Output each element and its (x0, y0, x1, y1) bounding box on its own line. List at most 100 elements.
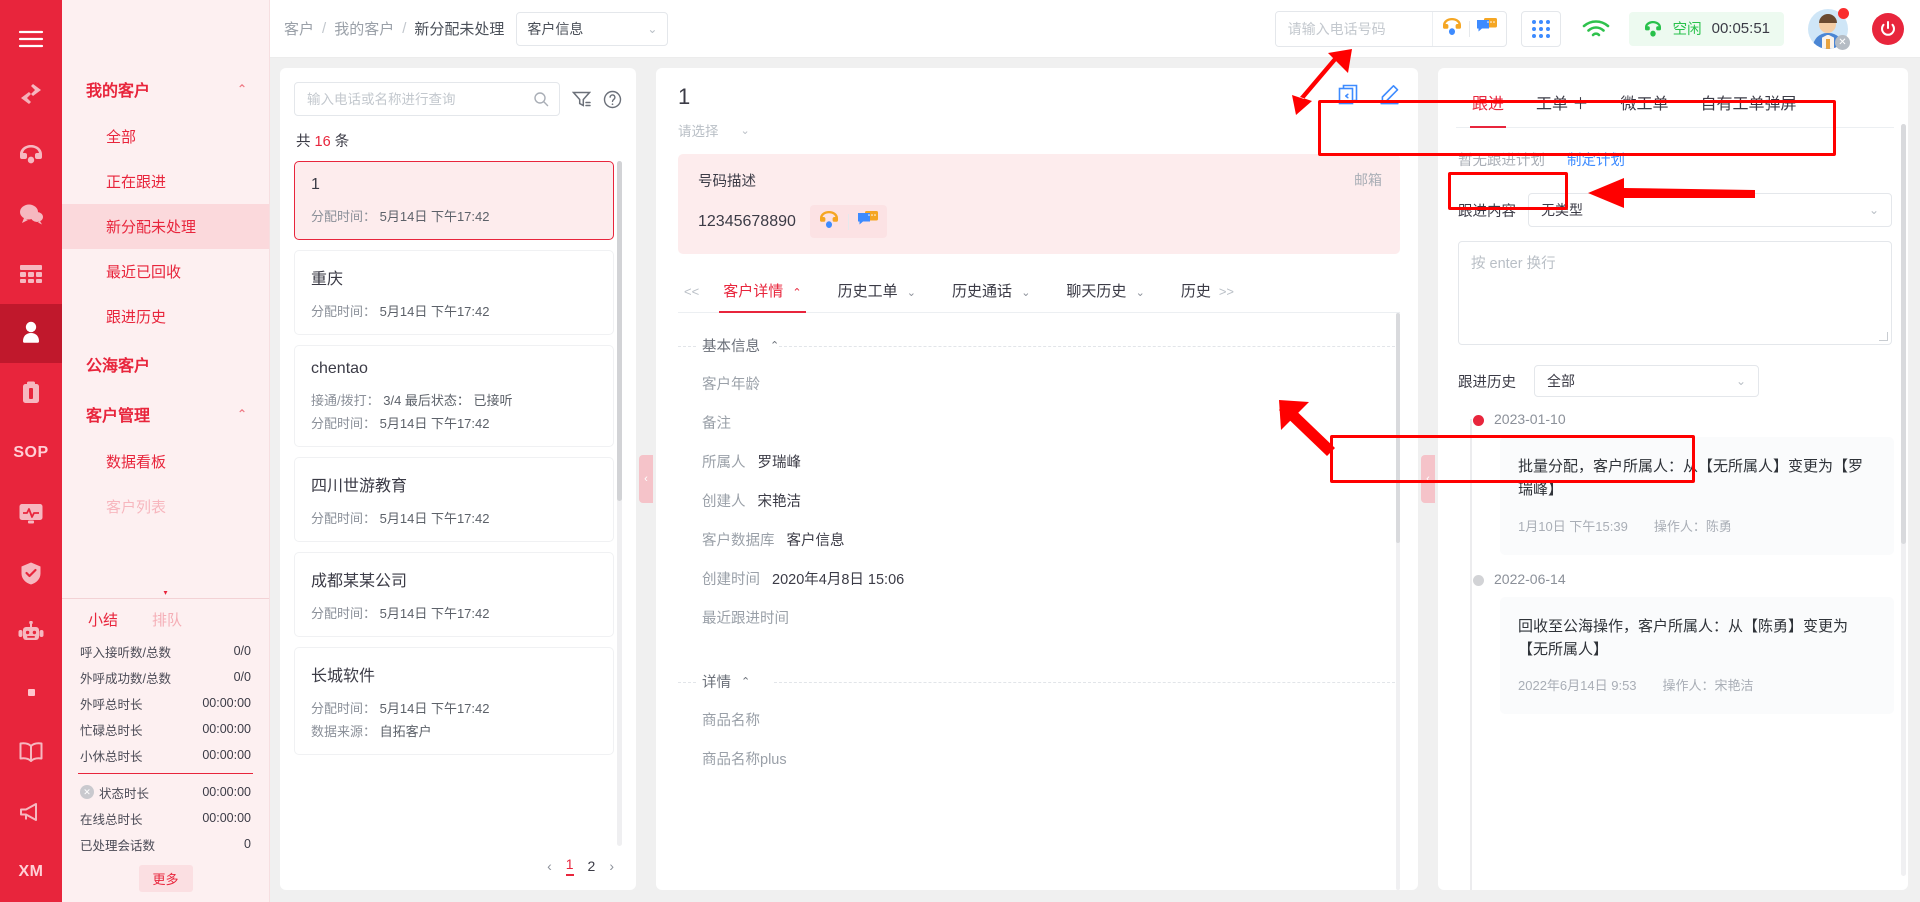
tab-follow-up[interactable]: 跟进 (1456, 76, 1520, 128)
section-header-details[interactable]: 详情 ⌃ (678, 663, 1400, 700)
resize-grip-icon[interactable] (1879, 332, 1888, 341)
tab-own-work-order-popup[interactable]: 自有工单弹屏 (1684, 76, 1812, 127)
phone-dial-box (1274, 10, 1507, 47)
customer-meta: 接通/拨打： 3/4 最后状态： 已接听 (311, 390, 599, 409)
number-description-label: 号码描述 (698, 174, 756, 190)
breadcrumb-item-0[interactable]: 客户 (284, 18, 314, 39)
pagination-page-2[interactable]: 2 (588, 858, 596, 874)
copy-icon[interactable] (1338, 84, 1359, 110)
grid-icon[interactable] (0, 244, 62, 304)
search-box[interactable] (294, 82, 560, 116)
chevron-up-icon: ⌃ (741, 675, 751, 688)
tab-customer-detail[interactable]: 客户详情 ⌃ (705, 270, 819, 313)
dot-icon[interactable] (0, 663, 62, 723)
phone-number-input[interactable] (1275, 11, 1432, 46)
telephone-icon[interactable] (0, 124, 62, 184)
message-icon[interactable] (857, 209, 879, 234)
search-input[interactable] (307, 91, 533, 107)
customer-list-scroll[interactable]: 1 分配时间： 5月14日 下午17:42 重庆 分配时间： 5月14日 下午1… (294, 161, 622, 846)
field-row: 商品名称 (678, 700, 1400, 739)
sidebar-item-follow-history[interactable]: 跟进历史 (62, 294, 269, 339)
customer-meta: 分配时间： 5月14日 下午17:42 (311, 698, 599, 717)
filter-icon[interactable] (572, 90, 591, 108)
list-scrollbar[interactable] (617, 161, 622, 846)
monitor-pulse-icon[interactable] (0, 483, 62, 543)
stats-tab-summary[interactable]: 小结 (88, 609, 118, 630)
sidebar-item-all[interactable]: 全部 (62, 114, 269, 159)
list-item[interactable]: 四川世游教育 分配时间： 5月14日 下午17:42 (294, 457, 614, 542)
detail-scrollbar[interactable] (1396, 313, 1400, 890)
tab-work-order[interactable]: 工单 ＋ (1520, 76, 1604, 127)
sidebar-item-new-unprocessed[interactable]: 新分配未处理 (62, 204, 269, 249)
book-icon[interactable] (0, 722, 62, 782)
help-icon[interactable] (603, 90, 622, 109)
tab-history-tickets[interactable]: 历史工单 ⌄ (820, 270, 934, 312)
stats-tab-queue[interactable]: 排队 (152, 609, 182, 630)
pagination-next[interactable]: › (609, 858, 614, 874)
follow-type-select[interactable]: 无类型 ⌄ (1528, 193, 1892, 227)
list-item[interactable]: chentao 接通/拨打： 3/4 最后状态： 已接听 分配时间： 5月14日… (294, 345, 614, 447)
avatar-offline-icon[interactable]: ✕ (1835, 34, 1850, 50)
customer-meta: 分配时间： 5月14日 下午17:42 (311, 603, 599, 622)
sidebar-group-public-pool[interactable]: 公海客户 (62, 339, 269, 389)
collapse-right-handle[interactable]: ‹ (1421, 455, 1435, 503)
breadcrumb-item-1[interactable]: 我的客户 (334, 18, 394, 39)
sidebar-item-following[interactable]: 正在跟进 (62, 159, 269, 204)
stats-more-button[interactable]: 更多 (138, 865, 193, 892)
meta-label: 分配时间： (311, 606, 377, 621)
shield-check-icon[interactable] (0, 543, 62, 603)
sidebar-item-data-board[interactable]: 数据看板 (62, 439, 269, 484)
list-item[interactable]: 重庆 分配时间： 5月14日 下午17:42 (294, 250, 614, 335)
close-icon[interactable]: ✕ (80, 785, 94, 799)
sidebar-group-customer-management[interactable]: 客户管理 ⌃ (62, 389, 269, 439)
tab-history-calls[interactable]: 历史通话 ⌄ (934, 270, 1048, 312)
chat-bubble-icon[interactable] (0, 184, 62, 244)
sidebar-item-partially-hidden[interactable]: 客户列表 (62, 484, 269, 529)
pagination-prev[interactable]: ‹ (547, 858, 552, 874)
tab-chat-history[interactable]: 聊天历史 ⌄ (1048, 270, 1162, 312)
follow-scrollbar[interactable] (1901, 124, 1906, 876)
avatar[interactable]: ✕ (1808, 7, 1850, 50)
section-header-basic-info[interactable]: 基本信息 ⌃ (678, 327, 1400, 364)
follow-history-filter-select[interactable]: 全部 ⌄ (1534, 365, 1759, 397)
dialpad-button[interactable] (1520, 10, 1561, 47)
divider (847, 213, 849, 230)
sop-icon[interactable]: SOP (0, 423, 62, 483)
list-item[interactable]: 1 分配时间： 5月14日 下午17:42 (294, 161, 614, 240)
detail-scroll[interactable]: 基本信息 ⌃ 客户年龄 备注 所属人 罗瑞峰 创建人 宋艳洁 客户数据库 客户信… (678, 313, 1400, 890)
pagination-page-1[interactable]: 1 (565, 856, 574, 876)
detail-select[interactable]: 请选择 ⌄ (678, 120, 1400, 140)
person-icon[interactable] (0, 303, 62, 364)
make-plan-button[interactable]: 制定计划 (1557, 144, 1635, 175)
meta-value: 5月14日 下午17:42 (379, 416, 490, 431)
list-scrollbar-thumb[interactable] (617, 161, 622, 501)
customer-meta: 分配时间： 5月14日 下午17:42 (311, 301, 599, 320)
xm-icon[interactable]: XM (0, 842, 62, 902)
agent-status-pill[interactable]: 空闲 00:05:51 (1628, 11, 1784, 46)
follow-content-textarea[interactable]: 按 enter 换行 (1458, 241, 1892, 345)
stat-label: 外呼总时长 (80, 697, 143, 712)
database-select[interactable]: 客户信息 ⌄ (516, 11, 669, 46)
plan-row: 暂无跟进计划 制定计划 (1456, 128, 1894, 187)
tabs-next-arrow[interactable]: >> (1213, 284, 1240, 299)
search-icon[interactable] (533, 91, 549, 107)
page-title: 1 (678, 84, 691, 109)
megaphone-icon[interactable] (0, 782, 62, 842)
robot-icon[interactable] (0, 603, 62, 663)
sidebar-group-my-customers[interactable]: 我的客户 ⌃ (62, 64, 269, 114)
list-item[interactable]: 长城软件 分配时间： 5月14日 下午17:42 数据来源： 自拓客户 (294, 647, 614, 755)
dial-call-icon[interactable] (1441, 16, 1463, 41)
clipboard-icon[interactable] (0, 363, 62, 423)
call-icon[interactable] (818, 209, 840, 234)
sidebar-item-recently-recycled[interactable]: 最近已回收 (62, 249, 269, 294)
list-item[interactable]: 成都某某公司 分配时间： 5月14日 下午17:42 (294, 552, 614, 637)
edit-icon[interactable] (1379, 84, 1400, 110)
tab-history-more[interactable]: 历史 (1163, 270, 1213, 312)
tabs-prev-arrow[interactable]: << (678, 284, 705, 299)
transfer-arrows-icon[interactable] (0, 64, 62, 124)
hamburger-menu-icon[interactable] (0, 14, 62, 64)
logout-button[interactable] (1872, 12, 1904, 45)
tab-micro-work-order[interactable]: 微工单 (1604, 76, 1684, 127)
dial-message-icon[interactable] (1476, 16, 1498, 41)
collapse-left-handle[interactable]: ‹ (639, 455, 653, 503)
